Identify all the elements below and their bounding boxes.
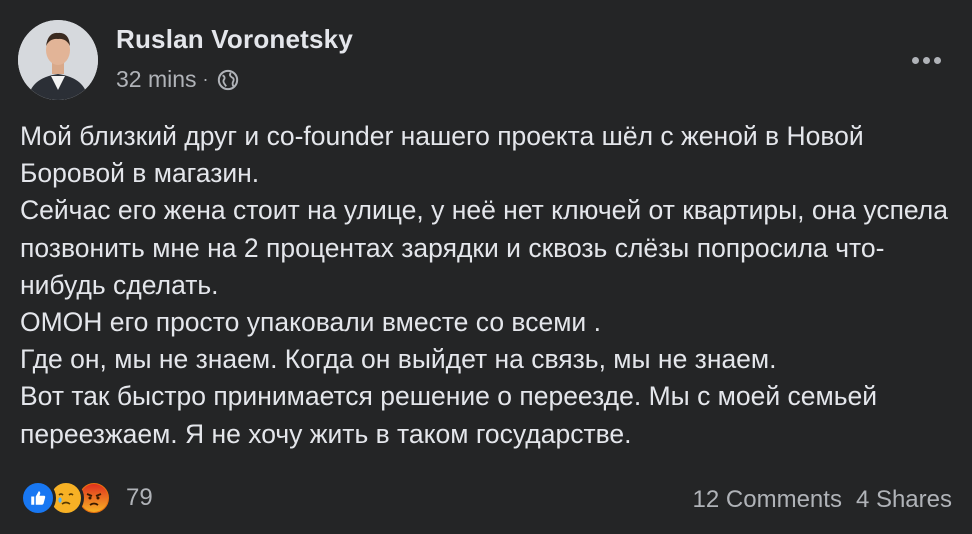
more-dot	[922, 56, 930, 64]
meta-separator: ·	[202, 69, 209, 89]
shares-count[interactable]: 4 Shares	[856, 486, 952, 514]
post-footer: 79 12 Comments 4 Shares	[20, 480, 952, 524]
post-body: Мой близкий друг и co-founder нашего про…	[20, 118, 952, 453]
more-dot	[933, 56, 941, 64]
engagement-stats: 12 Comments 4 Shares	[693, 486, 952, 514]
post-paragraph: Сейчас его жена стоит на улице, у неё не…	[20, 195, 948, 300]
post-time[interactable]: 32 mins	[116, 66, 197, 93]
reactions-summary[interactable]: 79	[20, 480, 153, 516]
avatar[interactable]	[18, 20, 98, 100]
like-icon	[20, 480, 56, 516]
post-paragraph: Вот так быстро принимается решение о пер…	[20, 381, 878, 449]
more-options-button[interactable]	[904, 48, 948, 72]
globe-icon[interactable]	[217, 69, 239, 91]
post-paragraph: ОМОН его просто упаковали вместе со всем…	[20, 307, 601, 338]
more-dot	[911, 56, 919, 64]
avatar-image	[18, 20, 98, 100]
post-paragraph: Где он, мы не знаем. Когда он выйдет на …	[20, 344, 777, 375]
author-name[interactable]: Ruslan Voronetsky	[116, 24, 353, 55]
reaction-count[interactable]: 79	[126, 484, 153, 512]
post-paragraph: Мой близкий друг и co-founder нашего про…	[20, 121, 864, 189]
post-header: Ruslan Voronetsky 32 mins ·	[18, 18, 954, 102]
comments-count[interactable]: 12 Comments	[693, 486, 842, 514]
post-meta: 32 mins ·	[116, 66, 239, 93]
